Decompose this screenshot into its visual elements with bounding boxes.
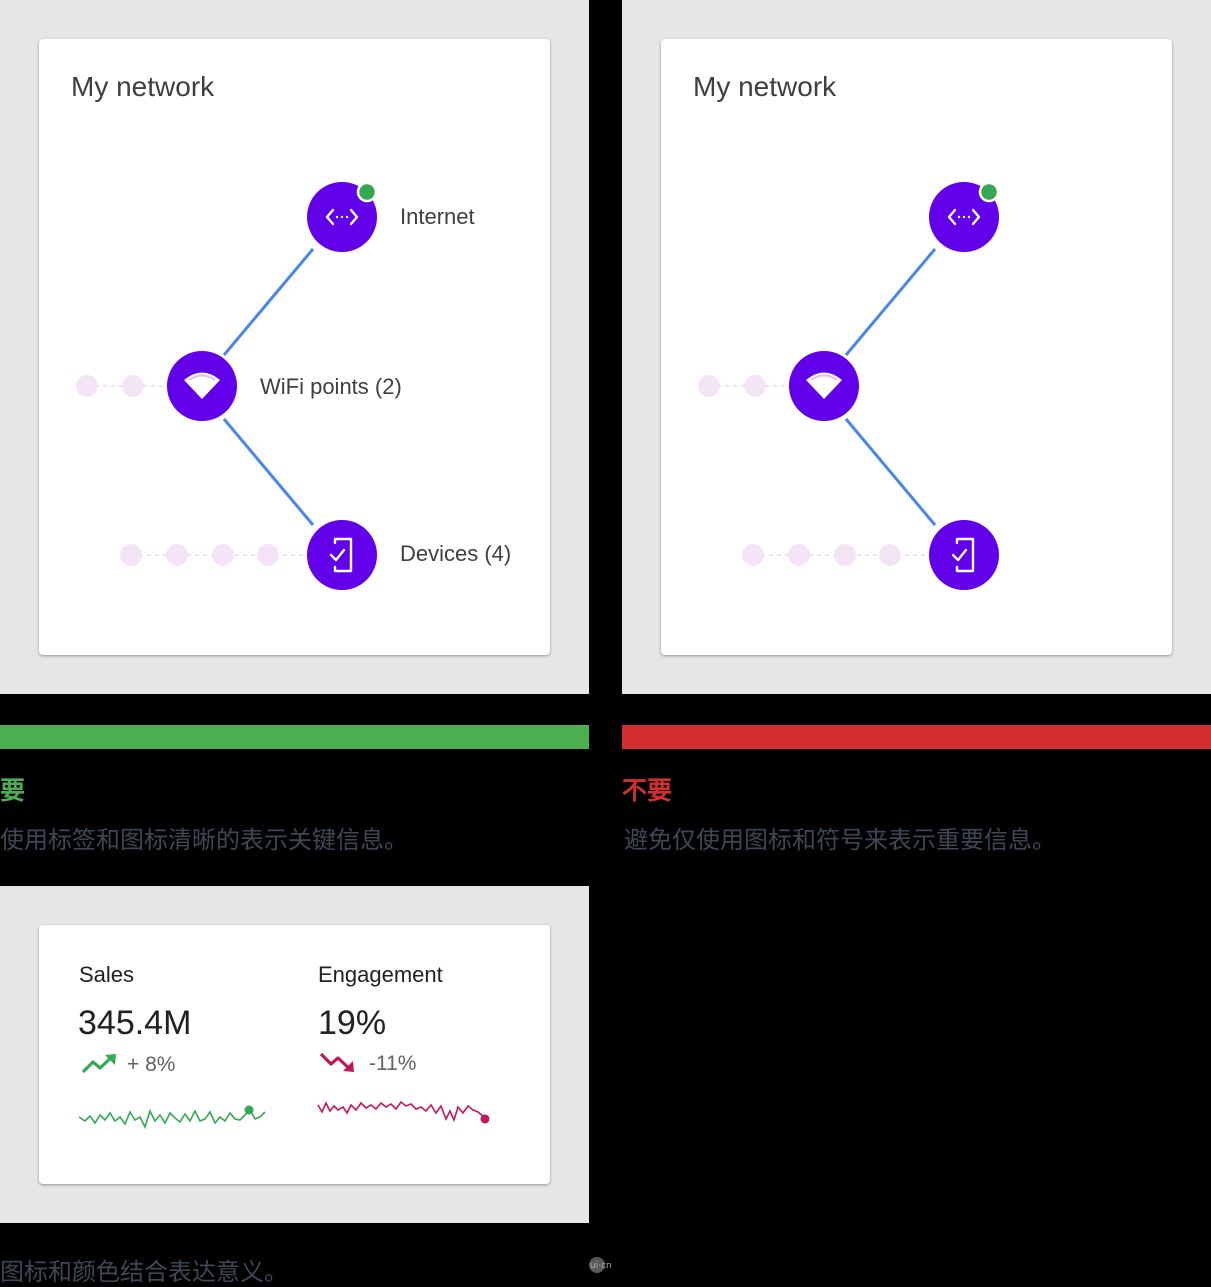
wifi-label: WiFi points (2) [260, 374, 402, 399]
devices-label: Devices (4) [400, 541, 512, 566]
internet-label: Internet [400, 204, 475, 229]
faded-dot [212, 544, 234, 566]
dont-description: 避免仅使用图标和符号来表示重要信息。 [624, 826, 1056, 854]
faded-dot [698, 375, 720, 397]
faded-dot [257, 544, 279, 566]
metrics-card: Sales 345.4M + 8% Engagement 19% -11% [39, 925, 550, 1184]
connection-line [222, 418, 315, 526]
do-bar [0, 725, 589, 749]
wifi-node[interactable] [167, 351, 237, 421]
do-label: 要 [0, 776, 26, 805]
sales-value: 345.4M [78, 1004, 192, 1042]
faded-dot [122, 375, 144, 397]
faded-dot [834, 544, 856, 566]
network-diagram [698, 181, 1000, 590]
devices-node[interactable] [307, 520, 377, 590]
trending-down-icon [319, 1052, 354, 1072]
faded-dot [76, 375, 98, 397]
sales-sparkline [78, 1105, 266, 1130]
faded-dot [120, 544, 142, 566]
engagement-title: Engagement [318, 962, 443, 987]
watermark-text: ui·cn [590, 1261, 612, 1271]
metrics-description: 图标和颜色结合表达意义。 [0, 1258, 288, 1286]
internet-node[interactable] [307, 181, 378, 252]
engagement-value: 19% [318, 1004, 387, 1042]
sales-title: Sales [79, 962, 135, 987]
faded-dot [742, 544, 764, 566]
faded-dot [879, 544, 901, 566]
network-card-labeled: My network Internet WiFi points (2) Devi… [39, 39, 550, 655]
dont-example-panel: My network [622, 0, 1211, 694]
dont-bar [622, 725, 1211, 749]
do-example-panel: My network Internet WiFi points (2) Devi… [0, 0, 589, 694]
sales-change: + 8% [127, 1053, 176, 1076]
dont-label: 不要 [622, 776, 673, 805]
status-dot [978, 181, 1000, 203]
engagement-change: -11% [369, 1052, 417, 1075]
faded-dot [744, 375, 766, 397]
faded-dot [788, 544, 810, 566]
faded-dot [166, 544, 188, 566]
trending-up-icon [81, 1054, 116, 1074]
connection-line [844, 248, 937, 356]
connection-line [844, 418, 937, 526]
wifi-node[interactable] [789, 351, 859, 421]
do-description: 使用标签和图标清晰的表示关键信息。 [0, 826, 408, 854]
status-dot [356, 181, 378, 203]
metrics-example-panel: Sales 345.4M + 8% Engagement 19% -11% [0, 886, 589, 1223]
engagement-sparkline [317, 1100, 490, 1124]
internet-node[interactable] [929, 181, 1000, 252]
devices-node[interactable] [929, 520, 999, 590]
network-card-icons-only: My network [661, 39, 1172, 655]
connection-line [222, 248, 315, 356]
